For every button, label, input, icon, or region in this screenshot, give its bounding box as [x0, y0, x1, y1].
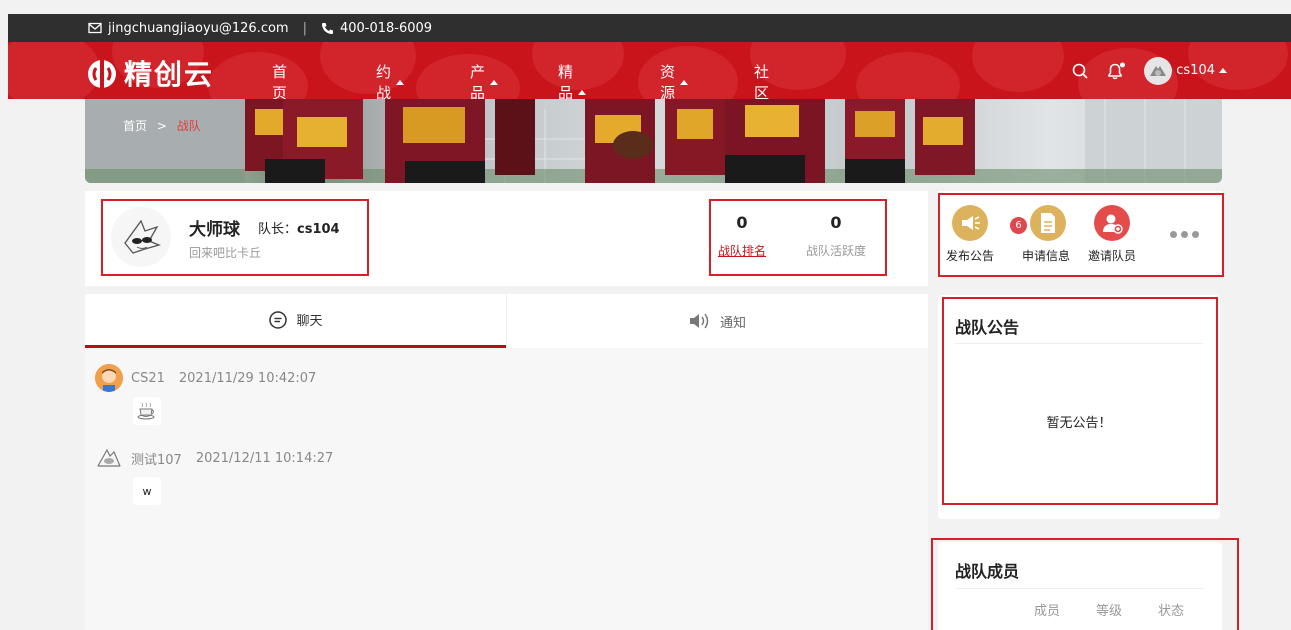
- team-members-card: 战队成员 成员 等级 状态: [938, 542, 1222, 630]
- team-rank-stat: 0 战队排名: [702, 213, 782, 259]
- breadcrumb: 首页 > 战队: [123, 117, 201, 134]
- nav-item-label: 精品课: [558, 63, 574, 99]
- captain-label: 队长：: [258, 222, 298, 237]
- logo-text: 精创云: [124, 58, 215, 91]
- team-activity-stat: 0 战队活跃度: [796, 213, 876, 259]
- chat-message: CS21 2021/11/29 10:42:07: [95, 364, 316, 392]
- nav-item-battle[interactable]: 约战: [376, 61, 405, 99]
- caret-up-icon: [680, 79, 689, 85]
- user-menu[interactable]: cs104: [1144, 56, 1227, 85]
- team-info-card: 大师球 队长：cs104 回来吧比卡丘 0 战队排名 0 战队活跃度: [85, 191, 928, 286]
- tab-notifications-label: 通知: [719, 315, 746, 331]
- avatar: [95, 444, 123, 472]
- captain-name: cs104: [297, 222, 340, 237]
- members-title: 战队成员: [955, 562, 1020, 581]
- nav-item-label: 社区: [754, 63, 770, 99]
- caret-up-icon: [396, 79, 405, 85]
- tab-chat-label: 聊天: [296, 314, 323, 329]
- invite-member-button[interactable]: 邀请队员: [1088, 205, 1136, 264]
- coffee-emoji-icon: [137, 402, 155, 420]
- team-activity-label: 战队活跃度: [805, 244, 866, 258]
- message-user: 测试107: [131, 452, 182, 468]
- message-content: w: [133, 477, 161, 505]
- contact-phone: 400-018-6009: [339, 20, 433, 36]
- top-contact-bar: jingchuangjiaoyu@126.com | 400-018-6009: [8, 14, 1291, 42]
- phone-icon: [321, 22, 333, 34]
- chat-panel: 聊天 通知 CS21 2021/11/29 10:42:07 测试107 202…: [85, 294, 928, 630]
- contact-email: jingchuangjiaoyu@126.com: [108, 20, 289, 36]
- team-rank-link[interactable]: 战队排名: [702, 242, 782, 259]
- column-level: 等级: [1096, 604, 1123, 619]
- chat-tabs: 聊天 通知: [85, 294, 928, 348]
- caret-up-icon: [578, 90, 587, 95]
- speaker-icon: [689, 313, 709, 329]
- team-slogan: 回来吧比卡丘: [189, 246, 262, 260]
- team-banner: 首页 > 战队: [85, 99, 1222, 183]
- nav-item-community[interactable]: 社区: [754, 61, 769, 99]
- column-member: 成员: [1034, 604, 1061, 619]
- application-info-label: 申请信息: [1022, 249, 1071, 263]
- nav-item-resources[interactable]: 资源: [660, 61, 689, 99]
- message-user: CS21: [131, 370, 165, 386]
- banner-image: [85, 99, 1222, 183]
- message-time: 2021/12/11 10:14:27: [195, 450, 334, 466]
- nav-item-label: 首页: [272, 63, 288, 99]
- breadcrumb-current: 战队: [176, 119, 201, 133]
- tab-notifications[interactable]: 通知: [506, 294, 927, 348]
- search-icon[interactable]: [1072, 63, 1088, 79]
- notice-empty-text: 暂无公告！: [1046, 416, 1112, 431]
- nav-item-label: 约战: [376, 63, 392, 99]
- logo-icon: [88, 58, 116, 88]
- team-activity-value: 0: [830, 213, 842, 232]
- publish-notice-label: 发布公告: [946, 249, 995, 263]
- message-content: [133, 397, 161, 425]
- breadcrumb-separator: >: [156, 119, 167, 133]
- nav-user-area: cs104: [1072, 42, 1227, 99]
- invite-member-label: 邀请队员: [1088, 249, 1137, 263]
- team-rank-value: 0: [736, 213, 748, 232]
- team-logo: [111, 207, 171, 267]
- team-captain: 队长：cs104: [258, 218, 340, 237]
- tab-chat[interactable]: 聊天: [85, 294, 506, 348]
- add-user-icon: [1094, 205, 1130, 241]
- caret-up-icon: [490, 79, 499, 85]
- team-actions-card: 发布公告 6 申请信息 邀请队员: [938, 191, 1222, 276]
- column-status: 状态: [1158, 604, 1185, 619]
- caret-up-icon: [1219, 68, 1227, 73]
- username: cs104: [1176, 63, 1215, 78]
- notice-title: 战队公告: [955, 318, 1020, 337]
- breadcrumb-home[interactable]: 首页: [123, 119, 147, 133]
- document-icon: [1030, 205, 1066, 241]
- mail-icon: [88, 22, 102, 34]
- publish-notice-button[interactable]: 发布公告: [946, 205, 994, 264]
- nav-item-home[interactable]: 首页: [272, 61, 287, 99]
- divider: [955, 343, 1203, 344]
- main-navigation: 精创云 首页 约战 产品 精品课 资源 社区 cs104: [8, 42, 1291, 99]
- chat-icon: [269, 310, 288, 329]
- team-name: 大师球: [189, 220, 240, 240]
- contact-separator: |: [302, 20, 307, 36]
- application-count-badge: 6: [1010, 217, 1027, 234]
- more-options-icon[interactable]: [1170, 231, 1199, 238]
- nav-item-label: 产品: [470, 63, 486, 99]
- team-notice-card: 战队公告 暂无公告！: [938, 295, 1220, 519]
- nav-item-label: 资源: [660, 63, 676, 99]
- nav-item-products[interactable]: 产品: [470, 61, 499, 99]
- application-info-button[interactable]: 6 申请信息: [1004, 205, 1070, 264]
- nav-item-courses[interactable]: 精品课: [558, 61, 587, 99]
- avatar: [1144, 56, 1173, 85]
- site-logo[interactable]: 精创云: [86, 53, 214, 93]
- bell-icon[interactable]: [1106, 62, 1126, 80]
- divider: [955, 588, 1205, 589]
- avatar: [95, 364, 123, 392]
- chat-message: 测试107 2021/12/11 10:14:27: [95, 444, 333, 472]
- megaphone-icon: [952, 205, 988, 241]
- message-time: 2021/11/29 10:42:07: [178, 370, 317, 386]
